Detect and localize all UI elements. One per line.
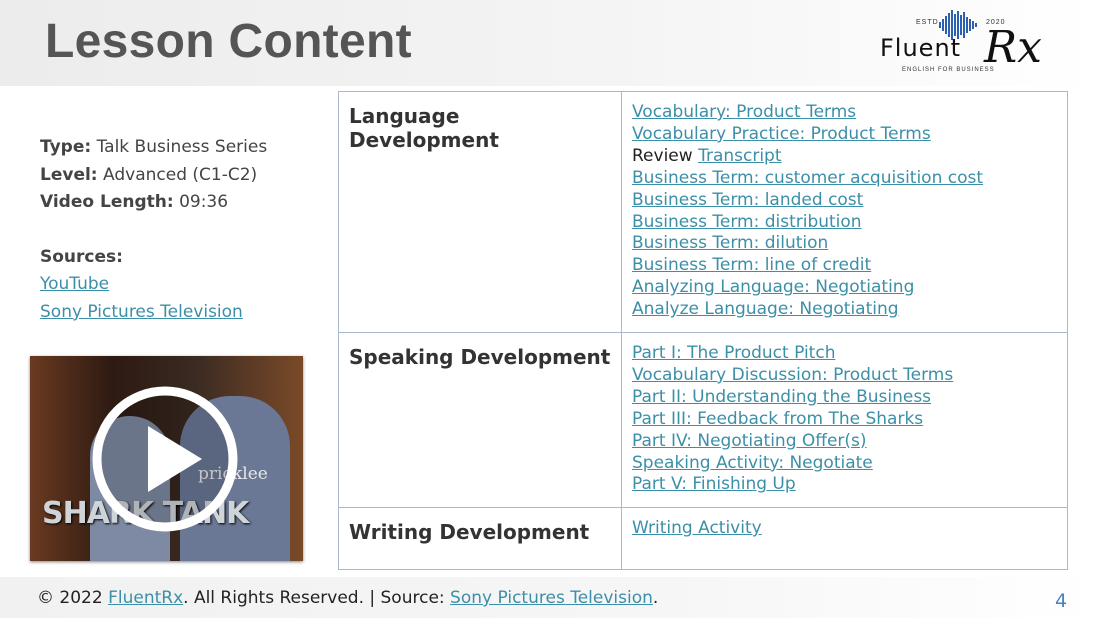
list-item-link[interactable]: Business Term: dilution [632, 233, 1057, 255]
footer-suffix: . [652, 588, 659, 608]
list-item-link[interactable]: Vocabulary Discussion: Product Terms [632, 365, 1057, 387]
category-speaking-development: Speaking Development [349, 345, 611, 369]
list-item-link[interactable]: Vocabulary Practice: Product Terms [632, 124, 1057, 146]
category-language-development: Language Development [349, 104, 499, 152]
list-item-link[interactable]: Part III: Feedback from The Sharks [632, 409, 1057, 431]
level-value: Advanced (C1-C2) [103, 164, 258, 185]
list-item-link[interactable]: Analyzing Language: Negotiating [632, 277, 1057, 299]
copyright-prefix: © 2022 [37, 588, 103, 608]
level-row: Level: Advanced (C1-C2) [40, 162, 267, 190]
slide-footer: © 2022 FluentRx. All Rights Reserved. | … [0, 577, 1096, 618]
list-item-link[interactable]: Business Term: landed cost [632, 190, 1057, 212]
list-item-link[interactable]: Part IV: Negotiating Offer(s) [632, 431, 1057, 453]
table-row: Writing Development Writing Activity [338, 507, 1068, 570]
video-length-label: Video Length: [40, 192, 174, 212]
category-cell: Speaking Development [338, 332, 622, 508]
slide-header: Lesson Content ESTD 2020 Fluent Rx ENGLI… [0, 0, 1096, 86]
list-item-link[interactable]: Part V: Finishing Up [632, 474, 1057, 496]
footer-middle-text: . All Rights Reserved. | Source: [183, 588, 445, 608]
items-cell: Writing Activity [621, 507, 1068, 570]
lesson-content-table: Language Development Vocabulary: Product… [338, 91, 1068, 570]
review-prefix: Review [632, 145, 693, 166]
fluentrx-link[interactable]: FluentRx [108, 588, 183, 608]
sources-row: Sources: [40, 244, 267, 272]
logo-tagline: ENGLISH FOR BUSINESS [902, 67, 995, 73]
type-value: Talk Business Series [96, 137, 268, 157]
video-length-value: 09:36 [179, 192, 229, 212]
sources-label: Sources: [40, 246, 123, 267]
list-item-link[interactable]: Business Term: distribution [632, 212, 1057, 234]
items-cell: Part I: The Product Pitch Vocabulary Dis… [621, 332, 1068, 508]
source-link-sony[interactable]: Sony Pictures Television [40, 302, 243, 322]
logo-wordmark: Fluent [880, 34, 962, 62]
type-row: Type: Talk Business Series [40, 134, 267, 162]
logo-rx: Rx [984, 22, 1042, 73]
video-thumbnail[interactable]: pricklee SHARK TANK [30, 356, 303, 561]
footer-source-link[interactable]: Sony Pictures Television [450, 588, 653, 608]
copyright-text: © 2022 FluentRx. All Rights Reserved. | … [37, 588, 658, 608]
category-cell: Writing Development [338, 507, 622, 570]
category-writing-development: Writing Development [349, 520, 590, 544]
list-item-link[interactable]: Business Term: customer acquisition cost [632, 168, 1057, 190]
level-label: Level: [40, 164, 98, 185]
page-title: Lesson Content [45, 15, 412, 68]
list-item-link[interactable]: Writing Activity [632, 518, 1057, 540]
logo-est-text: ESTD [916, 19, 939, 26]
list-item-link[interactable]: Part I: The Product Pitch [632, 343, 1057, 365]
items-cell: Vocabulary: Product Terms Vocabulary Pra… [621, 91, 1068, 333]
category-cell: Language Development [338, 91, 622, 333]
list-item-link[interactable]: Vocabulary: Product Terms [632, 102, 1057, 124]
transcript-link[interactable]: Transcript [698, 146, 781, 166]
page-number: 4 [1055, 590, 1068, 612]
lesson-meta: Type: Talk Business Series Level: Advanc… [40, 134, 267, 326]
list-item-link[interactable]: Part II: Understanding the Business [632, 387, 1057, 409]
video-length-row: Video Length: 09:36 [40, 189, 267, 217]
source-link-youtube[interactable]: YouTube [40, 274, 109, 294]
list-item-link[interactable]: Business Term: line of credit [632, 255, 1057, 277]
table-row: Language Development Vocabulary: Product… [338, 91, 1068, 333]
type-label: Type: [40, 137, 92, 157]
list-item-link[interactable]: Speaking Activity: Negotiate [632, 453, 1057, 475]
play-icon[interactable] [90, 384, 240, 534]
list-item-link[interactable]: Analyze Language: Negotiating [632, 299, 1057, 321]
fluentrx-logo: ESTD 2020 Fluent Rx ENGLISH FOR BUSINESS [876, 8, 1076, 80]
table-row: Speaking Development Part I: The Product… [338, 332, 1068, 508]
list-item: Review Transcript [632, 146, 1057, 168]
